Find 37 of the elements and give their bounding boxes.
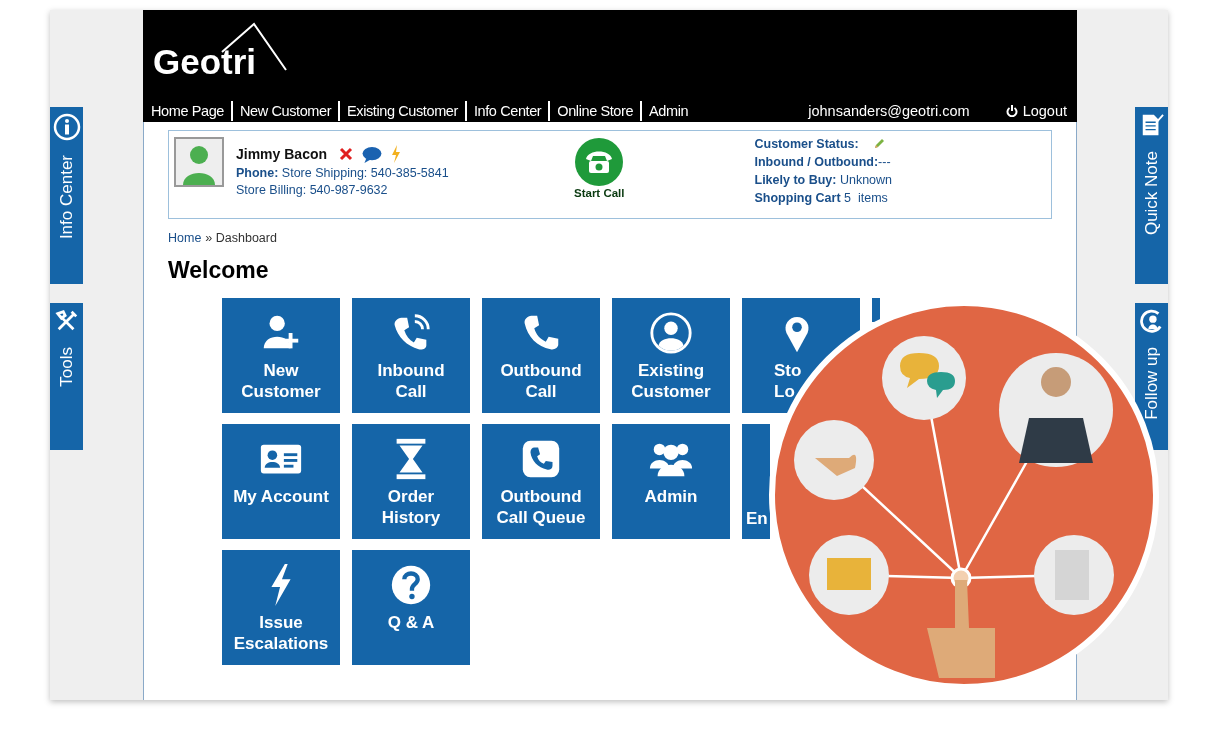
dashboard-tile[interactable]: Existing Customer xyxy=(612,298,730,413)
billing-text: Store Billing: 540-987-9632 xyxy=(236,183,389,197)
status-line: Inbound / Outbound:--- xyxy=(754,155,892,169)
close-icon[interactable] xyxy=(339,147,354,161)
chat-icon[interactable] xyxy=(361,145,384,163)
dashboard-tile[interactable]: En xyxy=(742,424,770,539)
dashboard-tile[interactable] xyxy=(872,298,880,322)
side-tab[interactable]: Tools xyxy=(50,303,83,450)
dashboard-tile[interactable]: My Account xyxy=(222,424,340,539)
dashboard-tile[interactable]: Inbound Call xyxy=(352,298,470,413)
info-icon xyxy=(52,113,81,141)
nav-link[interactable]: Home Page xyxy=(151,101,231,121)
status-line: Customer Status: xyxy=(754,137,893,151)
user-email: johnsanders@geotri.com xyxy=(808,103,970,119)
logout-link[interactable]: Logout xyxy=(1005,103,1067,119)
side-tab[interactable]: Info Center xyxy=(50,107,83,284)
page-heading: Welcome xyxy=(168,257,270,284)
status-line: Shopping Cart 5 items xyxy=(754,191,889,205)
breadcrumb-link[interactable]: Home xyxy=(168,231,202,245)
logo-text: Geotri xyxy=(153,42,257,82)
dashboard-tile[interactable]: Admin xyxy=(612,424,730,539)
power-icon xyxy=(1005,105,1018,117)
tools-icon xyxy=(54,309,79,333)
phone-text: Phone: Store Shipping: 540-385-5841 xyxy=(236,166,450,180)
avatar-icon xyxy=(174,137,224,187)
dashboard-tile[interactable]: Q & A xyxy=(352,550,470,665)
user-icon xyxy=(648,310,694,356)
dashboard-tile[interactable]: Outbound Call Queue xyxy=(482,424,600,539)
dashboard-tile[interactable]: Outbound Call xyxy=(482,298,600,413)
status-line: Likely to Buy: Unknown xyxy=(754,173,893,187)
dashboard-tile[interactable]: Order History xyxy=(352,424,470,539)
side-tab[interactable]: Quick Note xyxy=(1135,107,1168,284)
dashboard-tile[interactable]: New Customer xyxy=(222,298,340,413)
dashboard-tile[interactable]: Issue Escalations xyxy=(222,550,340,665)
customer-name: Jimmy Bacon xyxy=(236,146,328,162)
person-icon xyxy=(1139,309,1164,333)
breadcrumb-text: » Dashboard xyxy=(205,231,277,245)
